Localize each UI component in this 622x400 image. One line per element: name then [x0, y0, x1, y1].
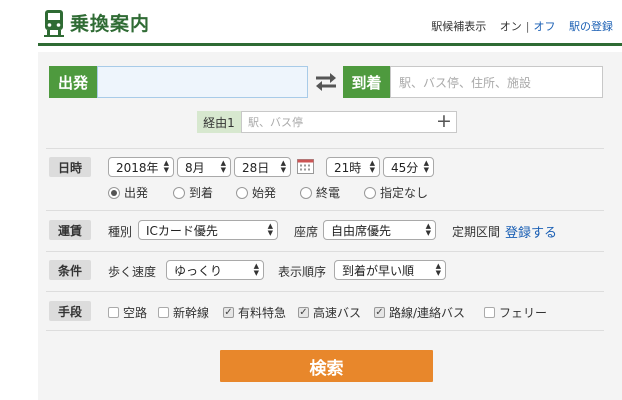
- year-value: 2018年: [116, 160, 159, 175]
- radio-label: 出発: [124, 186, 149, 200]
- train-icon: [44, 10, 64, 37]
- walk-speed-value: ゆっくり: [174, 263, 223, 278]
- radio-departure[interactable]: 出発: [108, 184, 148, 201]
- year-select[interactable]: 2018年 ▲ ▼: [108, 157, 174, 177]
- checkbox-ferry[interactable]: フェリー: [484, 304, 547, 321]
- divider: [46, 251, 604, 252]
- checkbox-air[interactable]: 空路: [108, 304, 147, 321]
- fare-label: 運賃: [49, 220, 91, 240]
- checkbox-limited-express[interactable]: ✓ 有料特急: [223, 304, 286, 321]
- calendar-icon[interactable]: [297, 157, 314, 174]
- register-stations-link[interactable]: 駅の登録: [569, 20, 613, 33]
- checkbox-icon: [484, 307, 495, 318]
- select-arrows-icon: ▲ ▼: [163, 159, 169, 174]
- suggest-off-link[interactable]: オフ: [534, 20, 556, 33]
- radio-unspecified[interactable]: 指定なし: [364, 184, 428, 201]
- radio-label: 指定なし: [380, 186, 429, 200]
- radio-label: 始発: [252, 186, 277, 200]
- month-select[interactable]: 8月 ▲ ▼: [177, 157, 231, 177]
- suggest-on-option[interactable]: オン: [500, 20, 522, 33]
- walk-speed-label: 歩く速度: [108, 265, 157, 279]
- via-label: 経由1: [197, 111, 241, 133]
- fare-type-label: 種別: [108, 225, 133, 239]
- walk-speed-select[interactable]: ゆっくり ▲ ▼: [166, 260, 264, 280]
- commuter-label: 定期区間: [452, 225, 501, 239]
- station-suggest-label: 駅候補表示: [431, 20, 487, 33]
- checkbox-icon: [158, 307, 169, 318]
- select-arrows-icon: ▲ ▼: [425, 222, 431, 237]
- via-input[interactable]: 駅、バス停: [241, 111, 457, 133]
- select-arrows-icon: ▲ ▼: [369, 159, 375, 174]
- checkbox-label: 高速バス: [313, 306, 362, 320]
- select-arrows-icon: ▲ ▼: [267, 222, 273, 237]
- minute-select[interactable]: 45分 ▲ ▼: [383, 157, 434, 177]
- to-label: 到着: [343, 66, 390, 98]
- select-arrows-icon: ▲ ▼: [220, 159, 226, 174]
- day-select[interactable]: 28日 ▲ ▼: [234, 157, 291, 177]
- radio-arrival[interactable]: 到着: [173, 184, 213, 201]
- site-header: 乗換案内 駅候補表示 オン | オフ 駅の登録: [38, 0, 622, 46]
- radio-icon: [300, 186, 312, 199]
- seat-label: 座席: [294, 225, 319, 239]
- checkbox-label: 新幹線: [173, 306, 210, 320]
- seat-value: 自由席優先: [331, 223, 392, 238]
- divider: [46, 210, 604, 211]
- to-input[interactable]: 駅、バス停、住所、施設: [390, 66, 603, 98]
- day-value: 28日: [242, 160, 270, 175]
- header-links: 駅候補表示 オン | オフ 駅の登録: [431, 18, 613, 34]
- add-via-button[interactable]: +: [434, 110, 454, 132]
- hour-value: 21時: [334, 160, 362, 175]
- checkbox-route-bus[interactable]: ✓ 路線/連絡バス: [374, 304, 465, 321]
- divider: [46, 148, 604, 149]
- page-title: 乗換案内: [70, 13, 151, 35]
- checkmark-icon: ✓: [374, 307, 385, 318]
- fare-type-value: ICカード優先: [146, 223, 218, 238]
- checkbox-icon: [108, 307, 119, 318]
- radio-label: 終電: [316, 186, 341, 200]
- divider: [46, 330, 604, 331]
- divider: [46, 291, 604, 292]
- checkbox-highway-bus[interactable]: ✓ 高速バス: [298, 304, 361, 321]
- datetime-label: 日時: [49, 157, 91, 177]
- radio-icon: [173, 186, 185, 199]
- search-button[interactable]: 検索: [220, 350, 433, 382]
- radio-label: 到着: [189, 186, 214, 200]
- select-arrows-icon: ▲ ▼: [280, 159, 286, 174]
- checkbox-label: 有料特急: [238, 306, 287, 320]
- minute-value: 45分: [391, 160, 419, 175]
- radio-icon: [364, 186, 376, 199]
- from-input[interactable]: [97, 66, 308, 98]
- checkbox-label: フェリー: [499, 306, 548, 320]
- fare-type-select[interactable]: ICカード優先 ▲ ▼: [138, 220, 278, 240]
- radio-icon: [236, 186, 248, 199]
- search-panel: 出発 到着 駅、バス停、住所、施設 経由1 駅、バス停 + 日時 2018年 ▲ ▼…: [38, 52, 622, 400]
- month-value: 8月: [185, 160, 205, 175]
- select-arrows-icon: ▲ ▼: [253, 262, 259, 277]
- from-label: 出発: [49, 66, 97, 98]
- checkbox-shinkansen[interactable]: 新幹線: [158, 304, 209, 321]
- hour-select[interactable]: 21時 ▲ ▼: [326, 157, 380, 177]
- suggest-separator: |: [525, 20, 530, 33]
- radio-last-train[interactable]: 終電: [300, 184, 340, 201]
- checkbox-label: 路線/連絡バス: [389, 306, 466, 320]
- conditions-label: 条件: [49, 260, 91, 280]
- sort-order-value: 到着が早い順: [342, 263, 415, 278]
- seat-select[interactable]: 自由席優先 ▲ ▼: [323, 220, 436, 240]
- select-arrows-icon: ▲ ▼: [423, 159, 429, 174]
- sort-order-select[interactable]: 到着が早い順 ▲ ▼: [334, 260, 446, 280]
- select-arrows-icon: ▲ ▼: [435, 262, 441, 277]
- commuter-register-link[interactable]: 登録する: [505, 222, 557, 241]
- swap-icon[interactable]: [314, 71, 338, 93]
- checkmark-icon: ✓: [223, 307, 234, 318]
- sort-order-label: 表示順序: [278, 265, 327, 279]
- radio-checked-icon: [108, 186, 120, 199]
- means-label: 手段: [49, 301, 91, 321]
- checkbox-label: 空路: [123, 306, 148, 320]
- radio-first-train[interactable]: 始発: [236, 184, 276, 201]
- checkmark-icon: ✓: [298, 307, 309, 318]
